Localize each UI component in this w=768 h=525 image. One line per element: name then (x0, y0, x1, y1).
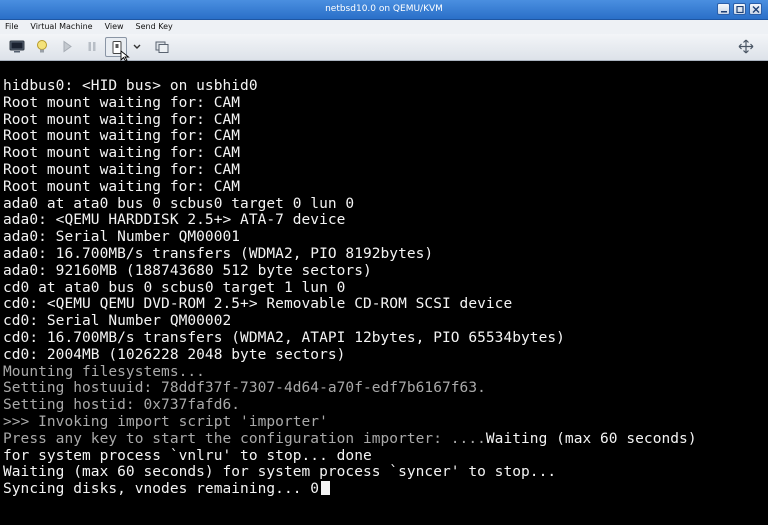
fullscreen-button[interactable] (735, 37, 757, 57)
details-button[interactable] (31, 37, 53, 57)
console-line-text: Root mount waiting for: CAM (3, 161, 241, 178)
snapshot-icon (155, 41, 169, 53)
console-line-text: Root mount waiting for: CAM (3, 145, 241, 162)
console-line-text: Setting hostuuid: 78ddf37f-7307-4d64-a70… (3, 380, 486, 397)
console-line-text: Root mount waiting for: CAM (3, 94, 241, 111)
console-output: hidbus0: <HID bus> on usbhid0 Root mount … (3, 78, 697, 498)
console-line-text: Root mount waiting for: CAM (3, 128, 241, 145)
menu-file[interactable]: File (0, 20, 24, 34)
console-line-text: ada0: 92160MB (188743680 512 byte sector… (3, 262, 372, 279)
vm-console-display[interactable]: hidbus0: <HID bus> on usbhid0 Root mount … (0, 61, 768, 525)
console-line: cd0: <QEMU QEMU DVD-ROM 2.5+> Removable … (3, 296, 697, 313)
close-icon (752, 6, 760, 13)
window-titlebar[interactable]: netbsd10.0 on QEMU/KVM (0, 0, 768, 20)
minimize-icon (721, 11, 727, 13)
menu-virtual-machine[interactable]: Virtual Machine (24, 20, 98, 34)
pause-icon (88, 42, 96, 51)
console-line: Root mount waiting for: CAM (3, 95, 697, 112)
window-title: netbsd10.0 on QEMU/KVM (325, 4, 443, 14)
console-line-text: Waiting (max 60 seconds) for system proc… (3, 464, 557, 481)
minimize-button[interactable] (717, 3, 730, 15)
console-line-text: ada0: Serial Number QM00001 (3, 229, 241, 246)
console-line: Root mount waiting for: CAM (3, 145, 697, 162)
console-line: Root mount waiting for: CAM (3, 162, 697, 179)
console-line-text: ada0 at ata0 bus 0 scbus0 target 0 lun 0 (3, 195, 355, 212)
console-line: Mounting filesystems... (3, 364, 697, 381)
text-cursor (321, 481, 331, 496)
console-line: hidbus0: <HID bus> on usbhid0 (3, 78, 697, 95)
console-line-text: hidbus0: <HID bus> on usbhid0 (3, 78, 258, 94)
console-line: ada0 at ata0 bus 0 scbus0 target 0 lun 0 (3, 196, 697, 213)
toolbar (0, 34, 768, 62)
chevron-down-icon (133, 44, 141, 49)
console-line: Root mount waiting for: CAM (3, 128, 697, 145)
console-line-text: cd0: <QEMU QEMU DVD-ROM 2.5+> Removable … (3, 296, 513, 313)
console-line-text: ada0: 16.700MB/s transfers (WDMA2, PIO 8… (3, 245, 434, 262)
console-line-text: Root mount waiting for: CAM (3, 178, 241, 195)
console-line-text: >>> Invoking import script 'importer' (3, 413, 328, 430)
console-line-text: Root mount waiting for: CAM (3, 111, 241, 128)
shutdown-menu-button[interactable] (128, 37, 144, 57)
menu-send-key[interactable]: Send Key (130, 20, 179, 34)
console-line: ada0: 92160MB (188743680 512 byte sector… (3, 263, 697, 280)
close-button[interactable] (749, 3, 762, 15)
console-line-text: ada0: <QEMU HARDDISK 2.5+> ATA-7 device (3, 212, 346, 229)
maximize-icon (736, 6, 744, 13)
console-line: Root mount waiting for: CAM (3, 112, 697, 129)
console-icon (9, 40, 25, 53)
show-console-button[interactable] (6, 37, 28, 57)
console-line-text: Press any key to start the configuration… (3, 430, 486, 447)
console-line-text: Mounting filesystems... (3, 363, 205, 380)
console-line: cd0 at ata0 bus 0 scbus0 target 1 lun 0 (3, 280, 697, 297)
snapshot-button[interactable] (151, 37, 173, 57)
console-line-text: Syncing disks, vnodes remaining... 0 (3, 481, 320, 498)
window-controls (717, 3, 762, 15)
console-line: ada0: <QEMU HARDDISK 2.5+> ATA-7 device (3, 212, 697, 229)
console-line: ada0: Serial Number QM00001 (3, 229, 697, 246)
pause-button[interactable] (81, 37, 103, 57)
console-line: Press any key to start the configuration… (3, 431, 697, 448)
play-icon (63, 40, 72, 53)
console-line-text: cd0 at ata0 bus 0 scbus0 target 1 lun 0 (3, 279, 346, 296)
run-button[interactable] (56, 37, 78, 57)
lightbulb-icon (37, 40, 47, 53)
console-line: cd0: 2004MB (1026228 2048 byte sectors) (3, 347, 697, 364)
console-line: Syncing disks, vnodes remaining... 0 (3, 481, 697, 498)
console-line: Waiting (max 60 seconds) for system proc… (3, 464, 697, 481)
console-line: >>> Invoking import script 'importer' (3, 414, 697, 431)
console-line-text: cd0: 2004MB (1026228 2048 byte sectors) (3, 346, 346, 363)
console-line-tail: Waiting (max 60 seconds) (485, 430, 697, 447)
console-line: for system process `vnlru' to stop... do… (3, 448, 697, 465)
console-line: cd0: Serial Number QM00002 (3, 313, 697, 330)
console-line: cd0: 16.700MB/s transfers (WDMA2, ATAPI … (3, 330, 697, 347)
console-line-text: for system process `vnlru' to stop... do… (3, 447, 372, 464)
maximize-button[interactable] (733, 3, 746, 15)
console-line: ada0: 16.700MB/s transfers (WDMA2, PIO 8… (3, 246, 697, 263)
console-line: Root mount waiting for: CAM (3, 179, 697, 196)
menu-view[interactable]: View (99, 20, 130, 34)
menubar: File Virtual Machine View Send Key (0, 20, 768, 34)
fullscreen-icon (738, 39, 754, 54)
console-line: Setting hostuuid: 78ddf37f-7307-4d64-a70… (3, 380, 697, 397)
console-line: Setting hostid: 0x737fafd6. (3, 397, 697, 414)
console-line-text: cd0: Serial Number QM00002 (3, 313, 232, 330)
console-line-text: cd0: 16.700MB/s transfers (WDMA2, ATAPI … (3, 329, 565, 346)
console-line-text: Setting hostid: 0x737fafd6. (3, 397, 241, 414)
